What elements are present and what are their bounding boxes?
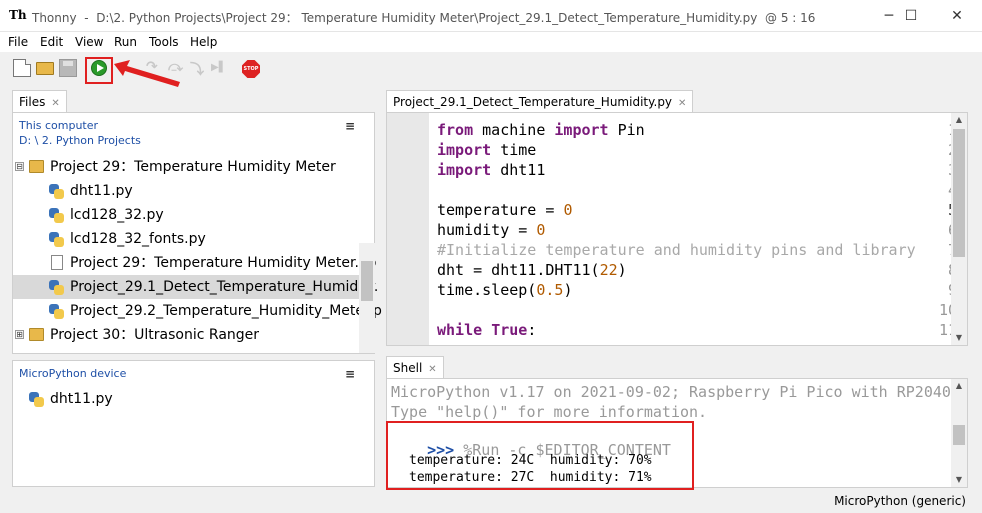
tree-row[interactable]: Project_29.2_Temperature_Humidity_Meter.… — [13, 299, 382, 323]
tree-row[interactable]: dht11.py — [13, 179, 375, 203]
code-editor[interactable]: 1 2 3 4 5 6 7 8 9 10 11 from machine imp… — [386, 112, 968, 346]
tree-row[interactable]: ⊞ Project 30：Ultrasonic Ranger — [13, 323, 375, 347]
stop-icon[interactable]: STOP — [242, 60, 260, 78]
code-line: import time — [437, 141, 537, 159]
editor-tabstrip: Project_29.1_Detect_Temperature_Humidity… — [386, 90, 968, 113]
tree-item-label: Project_29.2_Temperature_Humidity_Meter.… — [70, 303, 382, 319]
tree-row[interactable]: lcd128_32_fonts.py — [13, 227, 375, 251]
tree-item-label: dht11.py — [50, 391, 113, 407]
code-line: import dht11 — [437, 161, 546, 179]
code-line-comment: #Initialize temperature and humidity pin… — [437, 241, 916, 259]
menu-view[interactable]: View — [75, 35, 103, 49]
files-tabstrip: Files ✕ — [12, 90, 375, 113]
line-number-gutter — [387, 113, 429, 345]
tree-row[interactable]: dht11.py — [13, 387, 375, 411]
tree-item-label: Project 30：Ultrasonic Ranger — [50, 327, 260, 343]
tab-editor-file[interactable]: Project_29.1_Detect_Temperature_Humidity… — [386, 90, 694, 113]
menu-file[interactable]: File — [8, 35, 28, 49]
tree-row[interactable]: ⊟ Project 29：Temperature Humidity Meter — [13, 155, 375, 179]
shell-scroll-thumb[interactable] — [953, 425, 965, 445]
python-file-icon — [29, 392, 44, 407]
current-path[interactable]: D: \ 2. Python Projects — [19, 134, 141, 147]
tree-item-label: Project 29：Temperature Humidity Meter.do — [70, 255, 377, 271]
shell-tabstrip: Shell ✕ — [386, 356, 968, 379]
files-panel-computer: This computer D: \ 2. Python Projects ≡ … — [12, 112, 382, 354]
python-file-icon — [49, 184, 64, 199]
code-line: while True: — [437, 321, 537, 339]
window-title: Thonny - D:\2. Python Projects\Project 2… — [32, 11, 816, 25]
scroll-up-icon[interactable]: ▲ — [951, 379, 967, 393]
shell-banner-line: MicroPython v1.17 on 2021-09-02; Raspber… — [391, 383, 951, 401]
red-arrow-icon — [114, 60, 180, 87]
tree-item-label: lcd128_32_fonts.py — [70, 231, 206, 247]
menu-help[interactable]: Help — [190, 35, 217, 49]
code-line: from machine import Pin — [437, 121, 645, 139]
tree-item-label: lcd128_32.py — [70, 207, 164, 223]
run-button-highlight — [85, 57, 113, 84]
tree-item-label: dht11.py — [70, 183, 133, 199]
scroll-down-icon[interactable]: ▼ — [951, 331, 967, 345]
code-line: humidity = 0 — [437, 221, 546, 239]
tree-item-label: Project 29：Temperature Humidity Meter — [50, 159, 336, 175]
document-file-icon — [51, 255, 63, 270]
menu-run[interactable]: Run — [114, 35, 137, 49]
menu-edit[interactable]: Edit — [40, 35, 63, 49]
files-panel-device: MicroPython device ≡ dht11.py — [12, 360, 375, 487]
python-file-icon — [49, 304, 64, 319]
close-tab-icon[interactable]: ✕ — [51, 98, 59, 109]
tab-files[interactable]: Files ✕ — [12, 90, 67, 113]
files-scrollbar[interactable] — [359, 243, 375, 353]
device-menu-icon[interactable]: ≡ — [345, 367, 355, 381]
files-menu-icon[interactable]: ≡ — [345, 119, 355, 133]
editor-scrollbar[interactable]: ▲ ▼ — [951, 113, 967, 345]
code-line: dht = dht11.DHT11(22) — [437, 261, 627, 279]
close-tab-icon[interactable]: ✕ — [678, 98, 686, 109]
close-button[interactable]: ✕ — [934, 0, 980, 32]
code-line: temperature = 0 — [437, 201, 573, 219]
title-bar: Th Thonny - D:\2. Python Projects\Projec… — [0, 0, 982, 32]
menu-bar: File Edit View Run Tools Help — [0, 32, 982, 52]
new-file-icon[interactable] — [13, 59, 31, 77]
editor-scroll-thumb[interactable] — [953, 129, 965, 257]
folder-icon — [29, 160, 44, 173]
tab-shell[interactable]: Shell ✕ — [386, 356, 444, 379]
collapse-icon[interactable]: ⊟ — [15, 162, 24, 171]
open-folder-icon[interactable] — [36, 62, 54, 75]
scroll-up-icon[interactable]: ▲ — [951, 113, 967, 127]
python-file-icon — [49, 280, 64, 295]
folder-icon — [29, 328, 44, 341]
files-scroll-thumb[interactable] — [361, 261, 373, 301]
expand-icon[interactable]: ⊞ — [15, 330, 24, 339]
device-heading[interactable]: MicroPython device — [19, 367, 126, 380]
close-tab-icon[interactable]: ✕ — [428, 364, 436, 375]
tree-row[interactable]: lcd128_32.py — [13, 203, 375, 227]
menu-tools[interactable]: Tools — [149, 35, 179, 49]
python-file-icon — [49, 232, 64, 247]
code-line: time.sleep(0.5) — [437, 281, 573, 299]
python-file-icon — [49, 208, 64, 223]
scroll-down-icon[interactable]: ▼ — [951, 473, 967, 487]
interpreter-status[interactable]: MicroPython (generic) — [834, 494, 966, 508]
tree-row-selected[interactable]: Project_29.1_Detect_Temperature_Humidity… — [13, 275, 379, 299]
tree-row[interactable]: Project 29：Temperature Humidity Meter.do — [13, 251, 377, 275]
shell-banner-line: Type "help()" for more information. — [391, 403, 708, 421]
status-bar: MicroPython (generic) — [0, 490, 982, 513]
save-icon[interactable] — [59, 59, 77, 77]
shell-output-highlight — [386, 421, 694, 490]
this-computer-heading[interactable]: This computer — [19, 119, 98, 132]
step-into-icon[interactable]: ⤵ — [190, 59, 204, 78]
step-out-icon[interactable]: ▶▌ — [211, 62, 226, 80]
tree-item-label: Project_29.1_Detect_Temperature_Humidity… — [70, 279, 379, 295]
shell-scrollbar[interactable]: ▲ ▼ — [951, 379, 967, 487]
thonny-logo-icon: Th — [9, 8, 27, 22]
maximize-button[interactable]: ☐ — [888, 0, 934, 32]
